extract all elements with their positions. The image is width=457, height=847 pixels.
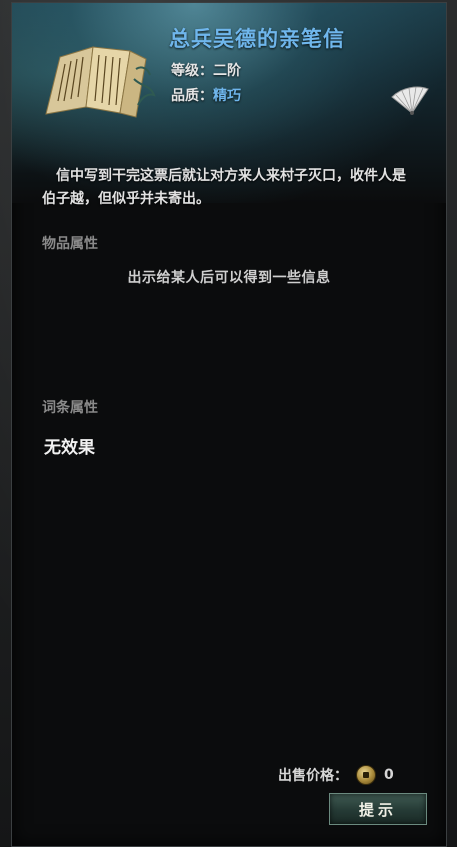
letter-scroll-icon <box>45 46 156 118</box>
level-label: 等级： <box>171 63 213 79</box>
level-value: 二阶 <box>213 63 241 79</box>
coin-icon <box>356 765 376 785</box>
item-level: 等级：二阶 <box>171 60 241 80</box>
price-label: 出售价格： <box>278 768 348 784</box>
item-quality: 品质：精巧 <box>171 85 241 105</box>
affix-attributes-title: 词条属性 <box>42 400 98 416</box>
item-attributes-title: 物品属性 <box>42 236 98 252</box>
item-title: 总兵吴德的亲笔信 <box>169 26 345 51</box>
hint-button[interactable]: 提示 <box>329 793 427 825</box>
price-value: 0 <box>384 767 394 783</box>
item-attributes-text: 出示给某人后可以得到一些信息 <box>127 270 331 286</box>
affix-value: 无效果 <box>44 438 95 458</box>
item-description: 信中写到干完这票后就让对方来人来村子灭口，收件人是伯子越，但似乎并未寄出。 <box>42 168 406 207</box>
item-tooltip-panel: 总兵吴德的亲笔信 等级：二阶 品质：精巧 信中写到干完这票后就让对方来人来村子灭… <box>11 2 447 847</box>
quality-label: 品质： <box>171 88 213 104</box>
fan-icon[interactable] <box>388 83 432 119</box>
sell-price: 出售价格： 0 <box>278 765 394 785</box>
quality-value: 精巧 <box>213 88 241 104</box>
